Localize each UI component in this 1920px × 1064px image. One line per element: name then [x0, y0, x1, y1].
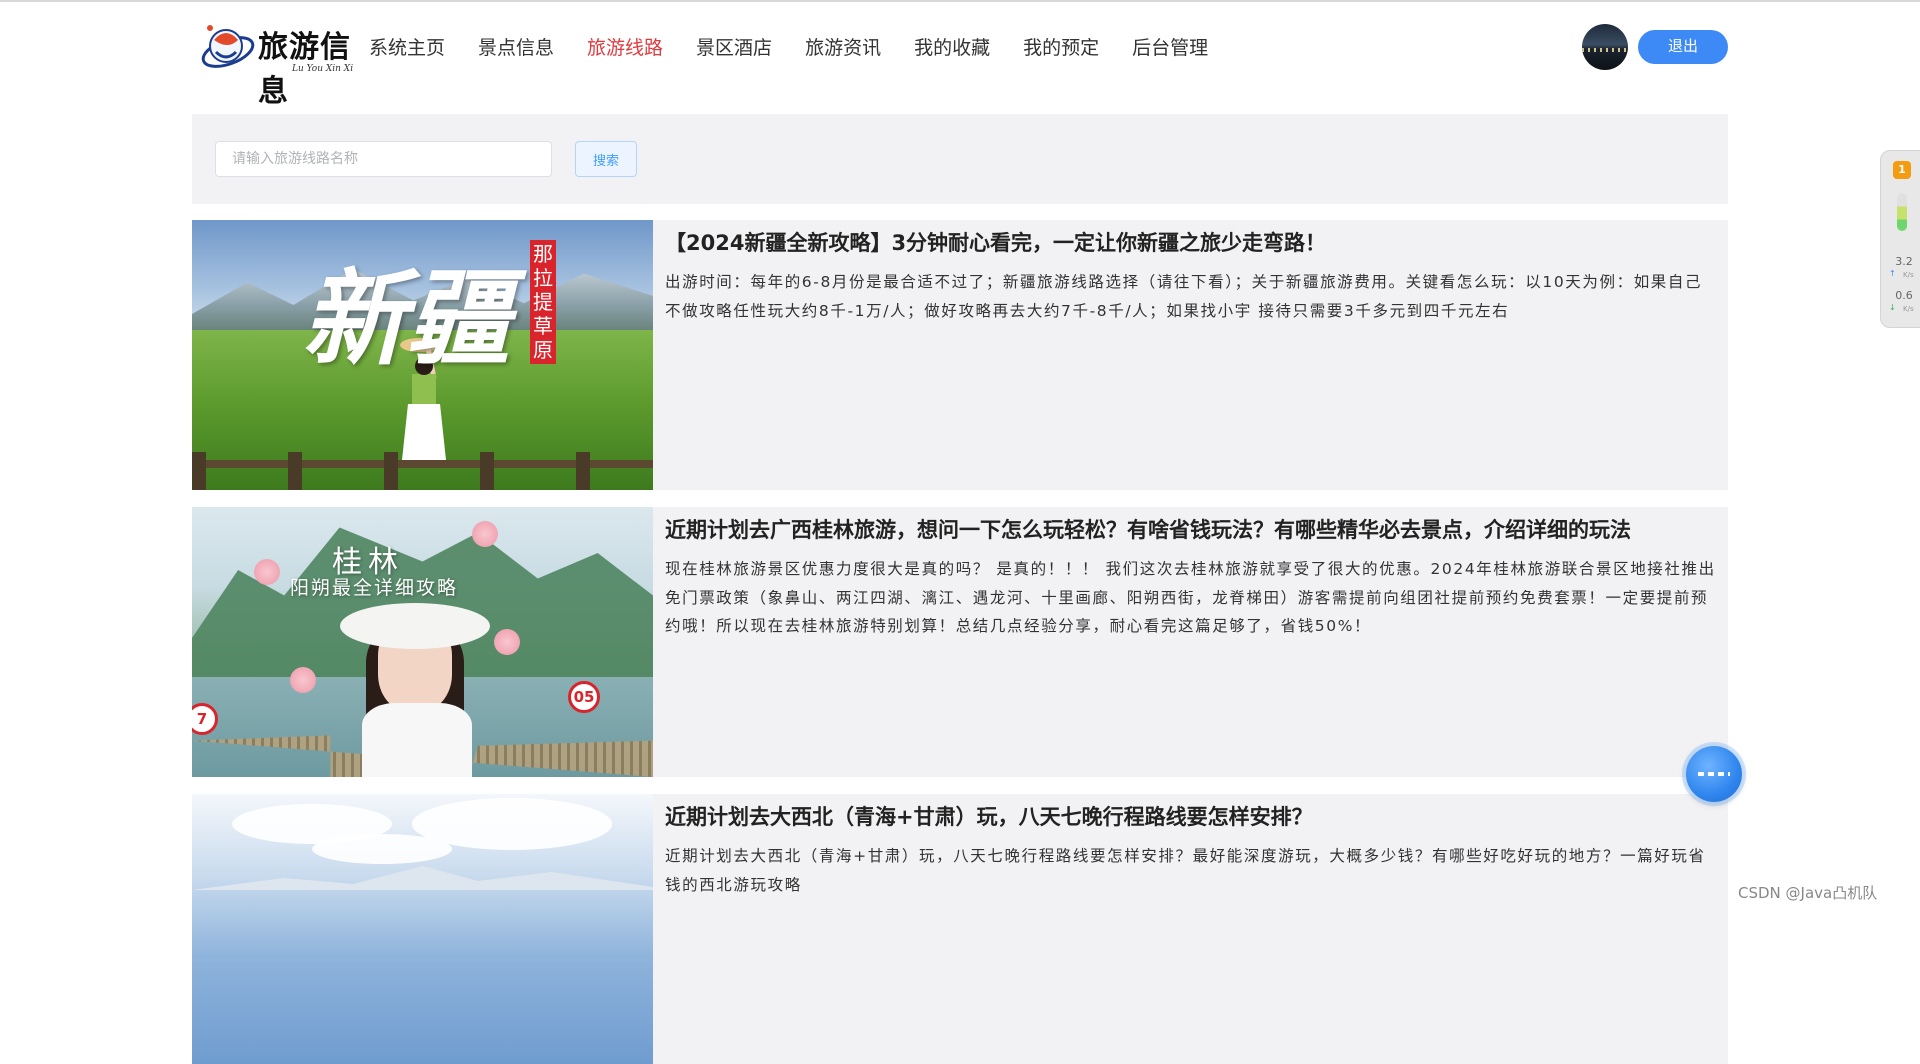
image-title-text: 新疆	[302, 257, 511, 380]
floating-assistant-button[interactable]	[1686, 746, 1742, 802]
image-sign: 05	[568, 681, 600, 713]
logout-button[interactable]: 退出	[1638, 30, 1728, 64]
network-level-icon	[1897, 193, 1907, 231]
site-header: 旅游信息 Lu You Xin Xi 系统主页 景点信息 旅游线路 景区酒店 旅…	[0, 2, 1920, 109]
site-logo[interactable]: 旅游信息 Lu You Xin Xi	[200, 16, 360, 109]
route-image[interactable]: 新疆 那拉提草原	[192, 220, 653, 490]
nav-item-reservations[interactable]: 我的预定	[1023, 30, 1099, 66]
logo-subtitle: Lu You Xin Xi	[292, 64, 354, 74]
image-tag-text: 那拉提草原	[530, 240, 556, 364]
route-card[interactable]: 桂林 阳朔最全详细攻略 7 05 近期计划去广西桂林旅游，想问一下怎么玩轻松？有…	[192, 507, 1728, 777]
main-nav: 系统主页 景点信息 旅游线路 景区酒店 旅游资讯 我的收藏 我的预定 后台管理	[369, 30, 1241, 66]
image-cloud	[312, 834, 452, 864]
notification-badge: 1	[1893, 161, 1911, 179]
route-image[interactable]: 桂林 阳朔最全详细攻略 7 05	[192, 507, 653, 777]
search-panel: 搜索	[192, 114, 1728, 204]
upload-arrow-icon: ↑	[1889, 269, 1896, 278]
nav-item-hotels[interactable]: 景区酒店	[696, 30, 772, 66]
route-description: 近期计划去大西北（青海+甘肃）玩，八天七晚行程路线要怎样安排？最好能深度游玩，大…	[665, 847, 1706, 894]
route-title[interactable]: 近期计划去广西桂林旅游，想问一下怎么玩轻松？有啥省钱玩法？有哪些精华必去景点，介…	[665, 515, 1715, 545]
image-flower	[470, 519, 500, 549]
watermark: CSDN @Java凸机队	[1738, 884, 1878, 902]
route-description: 现在桂林旅游景区优惠力度很大是真的吗？ 是真的！！！ 我们这次去桂林旅游就享受了…	[665, 560, 1716, 635]
search-button[interactable]: 搜索	[575, 141, 637, 177]
nav-item-attractions[interactable]: 景点信息	[478, 30, 554, 66]
avatar-image	[1582, 48, 1628, 52]
assistant-icon	[1698, 772, 1730, 776]
route-title[interactable]: 近期计划去大西北（青海+甘肃）玩，八天七晚行程路线要怎样安排？	[665, 802, 1715, 832]
image-flower	[492, 627, 522, 657]
nav-item-favorites[interactable]: 我的收藏	[914, 30, 990, 66]
nav-item-travel-routes[interactable]: 旅游线路	[587, 30, 663, 66]
upload-speed-unit: K/s	[1903, 271, 1914, 279]
route-description: 出游时间：每年的6-8月份是最合适不过了；新疆旅游线路选择（请往下看）；关于新疆…	[665, 273, 1703, 320]
route-title[interactable]: 【2024新疆全新攻略】3分钟耐心看完，一定让你新疆之旅少走弯路！	[665, 228, 1715, 258]
download-arrow-icon: ↓	[1889, 303, 1896, 312]
route-image[interactable]	[192, 794, 653, 1064]
image-flower	[288, 665, 318, 695]
upload-speed-value: 3.2	[1895, 255, 1913, 268]
route-search-input[interactable]	[215, 141, 552, 177]
route-card[interactable]: 新疆 那拉提草原 【2024新疆全新攻略】3分钟耐心看完，一定让你新疆之旅少走弯…	[192, 220, 1728, 490]
nav-item-admin[interactable]: 后台管理	[1132, 30, 1208, 66]
image-person-hat	[340, 603, 490, 649]
image-person-body	[362, 703, 472, 777]
logo-emblem-icon	[201, 25, 255, 68]
nav-item-news[interactable]: 旅游资讯	[805, 30, 881, 66]
download-speed-unit: K/s	[1903, 305, 1914, 313]
user-avatar[interactable]	[1582, 24, 1628, 70]
nav-item-home[interactable]: 系统主页	[369, 30, 445, 66]
route-card[interactable]: 近期计划去大西北（青海+甘肃）玩，八天七晚行程路线要怎样安排？ 近期计划去大西北…	[192, 794, 1728, 1064]
download-speed-value: 0.6	[1895, 289, 1913, 302]
network-speed-widget[interactable]: 1 3.2 ↑ K/s 0.6 ↓ K/s	[1880, 150, 1920, 328]
image-flower	[252, 557, 282, 587]
image-subtitle-text: 阳朔最全详细攻略	[290, 577, 459, 599]
